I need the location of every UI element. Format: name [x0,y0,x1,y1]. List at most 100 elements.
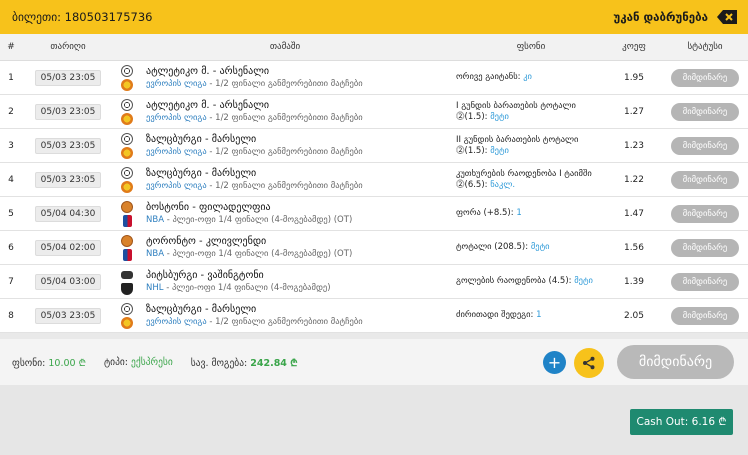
row-bet-cell: ძირითადი შედეგი: 1 [456,310,606,321]
event-date: 05/03 23:05 [34,307,102,324]
bet-market: ფორა (+8.5): [456,208,517,219]
table-row: 1 05/03 23:05 ატლეტიკო მ. - არსენალი ევრ… [0,61,748,95]
table-row: 8 05/03 23:05 ზალცბურგი - მარსელი ევროპი… [0,299,748,333]
share-icon [583,356,595,370]
bet-selection: ნაკლ. [490,179,516,190]
league-name: NBA [146,215,165,225]
event-date: 05/03 23:05 [34,103,102,120]
match-league: NHL - პლეი-ოფი 1/4 ფინალი (4-მოგებამდე) [146,283,331,293]
league-name: NBA [146,249,165,259]
match-teams[interactable]: ატლეტიკო მ. - არსენალი [146,66,363,77]
bet-selection: მეტი [490,145,509,156]
soccer-ball-icon [121,64,133,77]
row-status-badge[interactable]: მიმდინარე [671,68,739,87]
row-number: 3 [8,140,14,151]
row-icons [120,166,140,194]
row-status-cell: მიმდინარე [662,102,748,121]
bet-summary: ფსონი: 10.00 ₾ ტიპი: ექსპრესი სავ. მოგებ… [0,339,748,385]
table-body: 1 05/03 23:05 ატლეტიკო მ. - არსენალი ევრ… [0,61,748,333]
ticket-status-button[interactable]: მიმდინარე [617,345,734,379]
match-teams[interactable]: ტორონტო - კლივლენდი [146,236,352,247]
event-date: 05/04 04:30 [34,205,102,222]
row-icons [120,302,140,330]
row-icons [120,98,140,126]
row-match-cell: ზალცბურგი - მარსელი ევროპის ლიგა - 1/2 ფ… [114,302,456,330]
row-odd: 1.22 [623,174,645,185]
league-stage: - 1/2 ფინალი განმეორებითი მატჩები [206,113,363,123]
row-number: 8 [8,310,14,321]
bet-market: ძირითადი შედეგი: [456,310,537,321]
type-item: ტიპი: ექსპრესი [104,357,173,368]
row-status-badge[interactable]: მიმდინარე [671,272,739,291]
table-row: 4 05/03 23:05 ზალცბურგი - მარსელი ევროპი… [0,163,748,197]
match-teams[interactable]: ბოსტონი - ფილადელფია [146,202,352,213]
match-league: ევროპის ლიგა - 1/2 ფინალი განმეორებითი მ… [146,181,363,191]
row-match-cell: ატლეტიკო მ. - არსენალი ევროპის ლიგა - 1/… [114,64,456,92]
event-date: 05/03 23:05 [34,137,102,154]
match-teams[interactable]: ზალცბურგი - მარსელი [146,134,363,145]
row-date-cell: 05/03 23:05 [22,171,114,188]
ticket-header: ბილეთი: 180503175736 უკან დაბრუნება [0,0,748,34]
bet-selection: მეტი [490,111,509,122]
cash-out-button[interactable]: Cash Out: 6.16 ₾ [630,409,733,435]
row-status-cell: მიმდინარე [662,136,748,155]
plus-icon: + [547,353,562,372]
match-teams[interactable]: ზალცბურგი - მარსელი [146,168,363,179]
row-status-badge[interactable]: მიმდინარე [671,306,739,325]
row-bet-cell: I გუნდის ბარათების ტოტალი ⓶(1.5): მეტი [456,101,606,122]
row-match-cell: ატლეტიკო მ. - არსენალი ევროპის ლიგა - 1/… [114,98,456,126]
row-status-cell: მიმდინარე [662,272,748,291]
nhl-icon [121,282,133,295]
col-match: თამაში [269,42,301,52]
row-status-badge[interactable]: მიმდინარე [671,136,739,155]
footer: Cash Out: 6.16 ₾ [0,385,748,455]
europa-league-icon [121,146,133,159]
match-teams[interactable]: ატლეტიკო მ. - არსენალი [146,100,363,111]
row-odd: 1.39 [623,276,645,287]
league-stage: - 1/2 ფინალი განმეორებითი მატჩები [206,79,363,89]
row-status-badge[interactable]: მიმდინარე [671,170,739,189]
match-league: NBA - პლეი-ოფი 1/4 ფინალი (4-მოგებამდე) … [146,215,352,225]
back-label: უკან დაბრუნება [613,10,708,24]
type-label: ტიპი: [103,356,129,368]
bet-market: II გუნდის ბარათების ტოტალი ⓶(1.5): [456,134,579,156]
row-date-cell: 05/04 02:00 [22,239,114,256]
row-status-cell: მიმდინარე [662,170,748,189]
row-bet-cell: ტოტალი (208.5): მეტი [456,242,606,253]
match-teams[interactable]: პიტსბურგი - ვაშინგტონი [146,270,331,281]
row-number: 6 [8,242,14,253]
back-button[interactable]: უკან დაბრუნება [613,9,738,25]
row-date-cell: 05/03 23:05 [22,69,114,86]
league-name: ევროპის ლიგა [146,147,207,157]
row-status-cell: მიმდინარე [662,204,748,223]
match-info: ბოსტონი - ფილადელფია NBA - პლეი-ოფი 1/4 … [146,202,352,225]
basketball-icon [121,200,133,213]
share-button[interactable] [574,348,604,378]
row-date-cell: 05/03 23:05 [22,307,114,324]
europa-league-icon [121,316,133,329]
event-date: 05/04 03:00 [34,273,102,290]
row-status-badge[interactable]: მიმდინარე [671,204,739,223]
europa-league-icon [121,180,133,193]
match-league: NBA - პლეი-ოფი 1/4 ფინალი (4-მოგებამდე) … [146,249,352,259]
match-teams[interactable]: ზალცბურგი - მარსელი [146,304,363,315]
league-stage: - პლეი-ოფი 1/4 ფინალი (4-მოგებამდე) (OT) [164,249,353,259]
bets-table: # თარიღი თამაში ფსონი კოეფ სტატუსი 1 05/… [0,34,748,333]
table-row: 2 05/03 23:05 ატლეტიკო მ. - არსენალი ევრ… [0,95,748,129]
bet-selection: 1 [536,310,542,321]
row-date-cell: 05/03 23:05 [22,103,114,120]
row-odd: 1.56 [623,242,645,253]
row-status-badge[interactable]: მიმდინარე [671,102,739,121]
row-bet-cell: კუთხურების რაოდენობა I ტაიმში ⓶(6.5): ნა… [456,169,606,190]
soccer-ball-icon [121,302,133,315]
row-odd: 1.23 [623,140,645,151]
row-bet-cell: გოლების რაოდენობა (4.5): მეტი [456,276,606,287]
league-name: ევროპის ლიგა [146,79,207,89]
row-date-cell: 05/04 04:30 [22,205,114,222]
europa-league-icon [121,112,133,125]
table-row: 6 05/04 02:00 ტორონტო - კლივლენდი NBA - … [0,231,748,265]
add-button[interactable]: + [543,351,566,374]
row-status-badge[interactable]: მიმდინარე [671,238,739,257]
table-row: 7 05/04 03:00 პიტსბურგი - ვაშინგტონი NHL… [0,265,748,299]
row-number: 5 [8,208,14,219]
